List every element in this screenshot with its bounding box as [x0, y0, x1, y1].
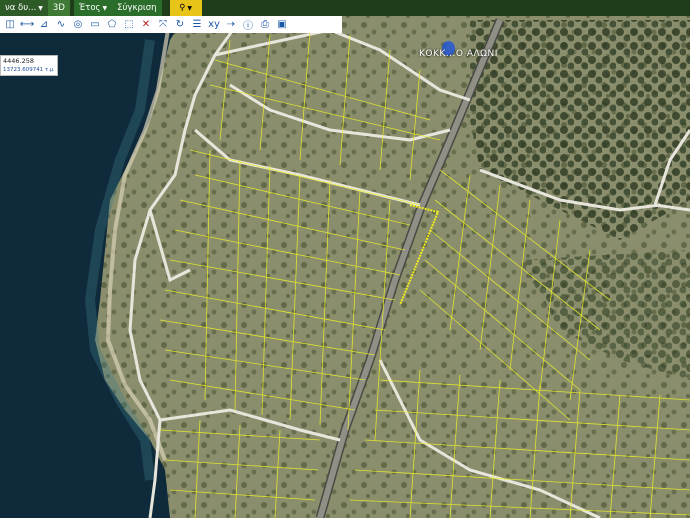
measure-line-icon[interactable]: ⟷: [19, 17, 35, 32]
clear-icon[interactable]: ✕: [138, 17, 154, 32]
print-icon[interactable]: ⎙: [257, 17, 273, 32]
layers-icon[interactable]: ◫: [2, 17, 18, 32]
polyline-icon[interactable]: ∿: [53, 17, 69, 32]
comment-icon[interactable]: ▭: [87, 17, 103, 32]
polygon-icon[interactable]: ⬠: [104, 17, 120, 32]
chevron-down-icon: ▼: [102, 4, 108, 12]
chevron-down-icon: ▼: [38, 4, 43, 12]
top-bar: να δυ... ▼ 3D Έτος ▼ Σύγκριση ⚲ ▼: [0, 0, 690, 16]
location-pin-button[interactable]: ⚲ ▼: [169, 0, 202, 16]
map-toolbar: ◫ ⟷ ⊿ ∿ ◎ ▭ ⬠ ⬚ ✕ ⤧ ↻ ☰ xy ⇢ ⓘ ⎙ ▣: [0, 16, 342, 33]
circle-icon[interactable]: ◎: [70, 17, 86, 32]
photo-icon[interactable]: ▣: [274, 17, 290, 32]
3d-button[interactable]: 3D: [47, 0, 70, 16]
year-dropdown[interactable]: Έτος ▼: [73, 0, 113, 16]
layer-dropdown[interactable]: να δυ... ▼: [0, 0, 48, 16]
xy-goto-icon[interactable]: ⇢: [223, 17, 239, 32]
report-icon[interactable]: ☰: [189, 17, 205, 32]
map-pin-icon: ⚲: [179, 3, 186, 13]
year-label: Έτος: [78, 3, 101, 13]
coordinate-value: 4446.258: [3, 57, 35, 65]
coordinates-panel: 4446.258 13723.609741 τ.μ: [0, 55, 58, 76]
refresh-icon[interactable]: ↻: [172, 17, 188, 32]
chevron-down-icon: ▼: [187, 4, 192, 12]
info-icon[interactable]: ⓘ: [240, 17, 256, 32]
measure-scale-icon[interactable]: ⊿: [36, 17, 52, 32]
snap-icon[interactable]: ⤧: [155, 17, 171, 32]
place-label: ΚΟΚΚ...Ο ΑΛΩΝΙ: [419, 49, 498, 59]
map-canvas[interactable]: [0, 0, 690, 518]
select-icon[interactable]: ⬚: [121, 17, 137, 32]
compare-button[interactable]: Σύγκριση: [112, 0, 162, 16]
xy-icon[interactable]: xy: [206, 17, 222, 32]
layer-label: να δυ...: [5, 3, 37, 13]
area-value: 13723.609741 τ.μ: [3, 67, 54, 73]
